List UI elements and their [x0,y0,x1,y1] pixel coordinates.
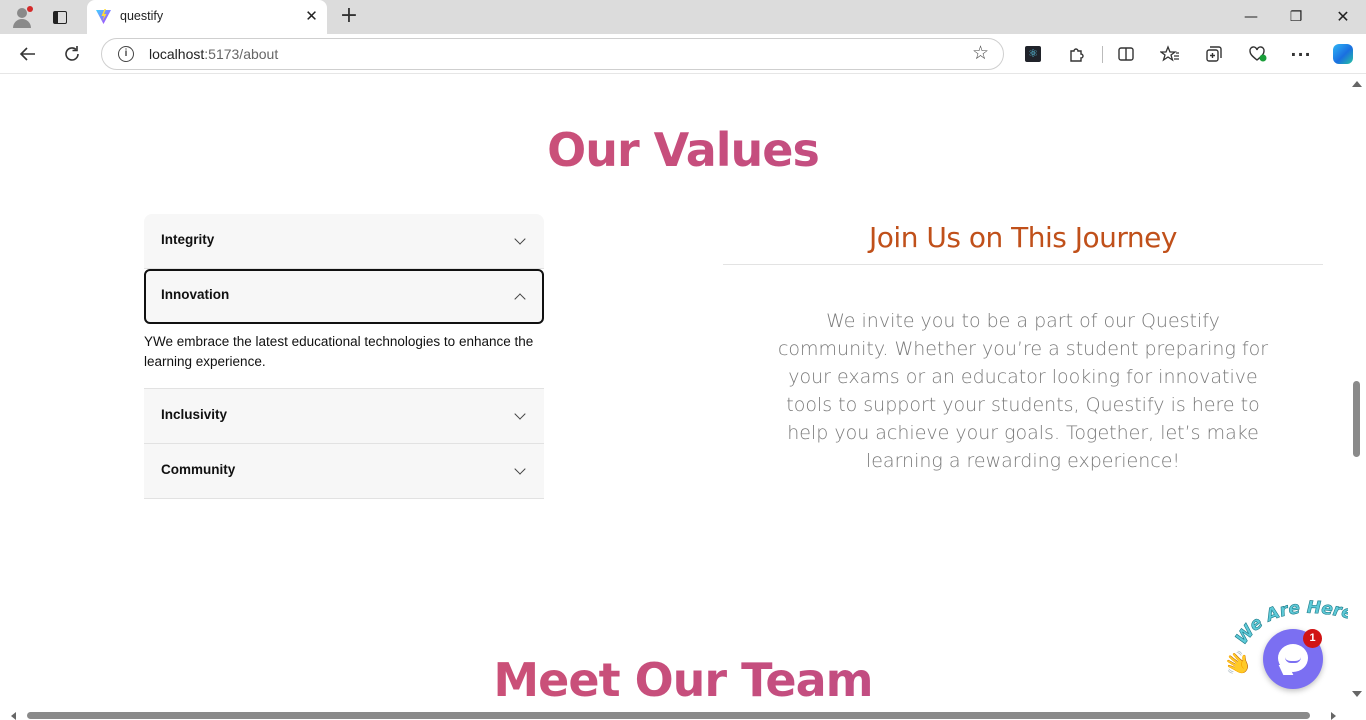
chat-notification-badge: 1 [1303,629,1322,648]
accordion-item-inclusivity: Inclusivity [144,389,544,444]
url-path: :5173/about [204,46,279,62]
accordion-header-community[interactable]: Community [144,444,544,499]
vite-favicon [96,9,111,24]
about-page: Our Values Integrity Innovation YWe embr… [0,75,1348,711]
scroll-left-icon[interactable] [11,712,16,720]
scroll-right-icon[interactable] [1331,712,1336,720]
accordion-label: Community [161,462,236,477]
accordion-label: Inclusivity [161,407,228,422]
accordion-item-innovation: Innovation YWe embrace the latest educat… [144,269,544,389]
accordion-body-innovation: YWe embrace the latest educational techn… [144,324,544,389]
toolbar-divider [1102,46,1103,63]
window-close-button[interactable]: ✕ [1332,6,1354,28]
vertical-scrollbar[interactable] [1348,75,1366,711]
team-heading: Meet Our Team [0,653,1348,707]
horizontal-scrollbar[interactable] [0,711,1366,720]
new-tab-button[interactable]: + [338,5,360,27]
reload-icon[interactable] [60,42,84,66]
accordion-header-integrity[interactable]: Integrity [144,214,544,269]
split-screen-icon[interactable] [1114,42,1138,66]
minimize-button[interactable]: — [1240,6,1262,28]
more-icon[interactable]: ··· [1289,42,1313,66]
site-info-icon[interactable]: i [118,46,134,62]
horizontal-scroll-thumb[interactable] [27,712,1310,719]
accordion-label: Innovation [161,287,230,302]
tab-close-icon[interactable]: ✕ [303,8,320,25]
accordion-header-inclusivity[interactable]: Inclusivity [144,389,544,444]
browser-tab[interactable]: questify ✕ [87,0,327,34]
chevron-down-icon [514,463,526,475]
journey-text: We invite you to be a part of our Questi… [777,310,1269,472]
accordion-label: Integrity [161,232,215,247]
back-icon[interactable] [16,42,40,66]
scroll-down-icon[interactable] [1352,691,1362,697]
address-bar[interactable]: i localhost:5173/about ☆ [101,38,1004,70]
chevron-down-icon [514,408,526,420]
accordion-item-integrity: Integrity [144,214,544,269]
scroll-up-icon[interactable] [1352,81,1362,87]
tab-title: questify [120,9,164,23]
collections-icon[interactable] [1202,42,1226,66]
tab-actions-icon[interactable] [48,5,72,29]
profile-icon[interactable] [10,5,34,29]
accordion-header-innovation[interactable]: Innovation [144,269,544,324]
values-heading: Our Values [0,123,1348,177]
journey-section: Join Us on This Journey We invite you to… [723,221,1323,475]
url-text[interactable]: localhost:5173/about [149,46,278,62]
favorite-star-icon[interactable]: ☆ [972,42,989,64]
chevron-up-icon [514,293,526,305]
favorites-icon[interactable] [1158,42,1182,66]
browser-essentials-icon[interactable] [1246,42,1270,66]
chevron-down-icon [514,233,526,245]
restore-button[interactable]: ❐ [1285,6,1307,28]
journey-divider [723,264,1323,265]
url-host: localhost [149,46,205,62]
accordion-item-community: Community [144,444,544,499]
browser-nav-bar: i localhost:5173/about ☆ ⚛ ··· [0,34,1366,74]
vertical-scroll-thumb[interactable] [1353,381,1360,457]
values-accordion: Integrity Innovation YWe embrace the lat… [144,214,544,499]
react-devtools-icon[interactable]: ⚛ [1021,42,1045,66]
copilot-icon[interactable] [1331,42,1355,66]
journey-heading: Join Us on This Journey [869,221,1177,254]
browser-tab-bar: questify ✕ + — ❐ ✕ [0,0,1366,34]
extensions-icon[interactable] [1065,42,1089,66]
